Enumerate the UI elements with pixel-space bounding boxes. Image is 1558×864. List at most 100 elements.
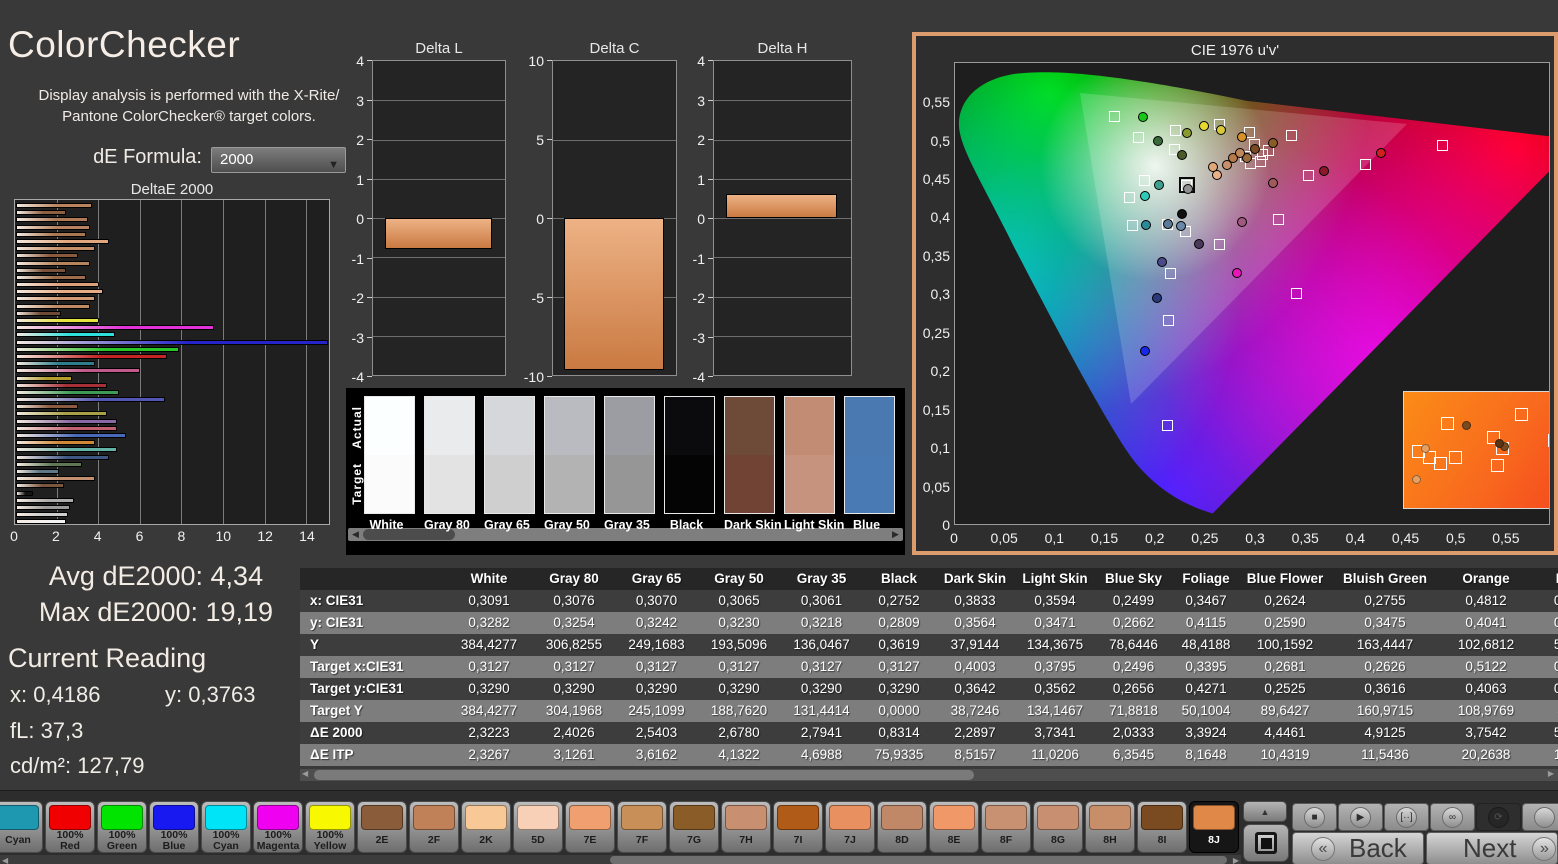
colorchecker-swatch bbox=[724, 396, 775, 514]
cie-measured-point bbox=[1182, 128, 1192, 138]
extra-button[interactable] bbox=[1522, 803, 1558, 831]
patch-tile-7e[interactable]: 7E bbox=[565, 801, 615, 853]
column-header: Dark Skin bbox=[935, 568, 1015, 590]
small-chart-plot bbox=[552, 60, 677, 376]
table-scrollbar[interactable]: ◀ ▶ bbox=[300, 769, 1558, 781]
swatch-label: Blue bbox=[838, 518, 889, 532]
patch-tile-7h[interactable]: 7H bbox=[721, 801, 771, 853]
loop-button[interactable]: ⟳ bbox=[1476, 803, 1521, 831]
table-cell: 8,5157 bbox=[935, 744, 1015, 766]
next-label: Next bbox=[1463, 833, 1516, 864]
rgb-triplet-label: RGB Triplet: 217, 140, 94 bbox=[1343, 523, 1550, 525]
table-cell: 304,1968 bbox=[533, 700, 615, 722]
deltae-bar bbox=[16, 512, 68, 517]
y-tick bbox=[367, 337, 372, 338]
patch-tile-7g[interactable]: 7G bbox=[669, 801, 719, 853]
swatch-label: Gray 65 bbox=[478, 518, 529, 532]
next-button[interactable]: Next » bbox=[1426, 832, 1558, 864]
patch-tile-100-blue[interactable]: 100% Blue bbox=[149, 801, 199, 853]
scroll-right-icon[interactable]: ▶ bbox=[890, 529, 901, 540]
patch-tile-2k[interactable]: 2K bbox=[461, 801, 511, 853]
y-tick-label: -3 bbox=[675, 330, 705, 346]
patch-tile-7f[interactable]: 7F bbox=[617, 801, 667, 853]
patch-tile-2f[interactable]: 2F bbox=[409, 801, 459, 853]
table-cell: 0,2590 bbox=[1240, 612, 1330, 634]
patch-swatch bbox=[673, 805, 715, 830]
patch-tile-8j[interactable]: 8J bbox=[1189, 801, 1239, 853]
scroll-left-icon[interactable]: ◀ bbox=[2, 856, 8, 864]
patch-tile-8h[interactable]: 8H bbox=[1085, 801, 1135, 853]
back-button[interactable]: « Back bbox=[1292, 832, 1424, 864]
patch-tile-100-cyan[interactable]: 100% Cyan bbox=[201, 801, 251, 853]
table-cell: 4,6988 bbox=[780, 744, 863, 766]
patch-tile-cyan[interactable]: Cyan bbox=[0, 801, 43, 853]
scroll-up-button[interactable]: ▲ bbox=[1243, 801, 1287, 822]
column-header: Orange bbox=[1440, 568, 1532, 590]
table-row: Target y:CIE310,32900,32900,32900,32900,… bbox=[300, 678, 1558, 700]
cie-measured-point bbox=[1153, 136, 1163, 146]
continuous-button[interactable]: ∞ bbox=[1430, 803, 1475, 831]
table-cell: 2,2897 bbox=[935, 722, 1015, 744]
scroll-right-icon[interactable]: ▶ bbox=[1233, 856, 1239, 864]
inset-measured-point bbox=[1462, 421, 1471, 430]
table-cell: 3,7542 bbox=[1440, 722, 1532, 744]
table-scrollbar-thumb[interactable] bbox=[314, 770, 974, 780]
table-row: Y384,4277306,8255249,1683193,5096136,046… bbox=[300, 634, 1558, 656]
display-toggle-button[interactable] bbox=[1243, 824, 1289, 862]
patch-tile-7j[interactable]: 7J bbox=[825, 801, 875, 853]
de-formula-row: dE Formula: 2000 ▼ bbox=[0, 146, 350, 174]
patch-tile-8e[interactable]: 8E bbox=[929, 801, 979, 853]
cie-measured-point bbox=[1183, 184, 1193, 194]
deltae-bars bbox=[16, 203, 328, 525]
patch-tile-100-magenta[interactable]: 100% Magenta bbox=[253, 801, 303, 853]
deltae-bar bbox=[16, 325, 214, 330]
continuous-button-icon: ∞ bbox=[1442, 807, 1463, 828]
stop-button[interactable]: ■ bbox=[1292, 803, 1337, 831]
single-measure-button[interactable]: [··] bbox=[1384, 803, 1429, 831]
patch-tile-100-green[interactable]: 100% Green bbox=[97, 801, 147, 853]
y-tick bbox=[708, 100, 713, 101]
table-cell: 0,3282 bbox=[445, 612, 533, 634]
deltae-bar bbox=[16, 210, 66, 215]
table-cell: 4,9125 bbox=[1330, 722, 1440, 744]
patch-tile-8f[interactable]: 8F bbox=[981, 801, 1031, 853]
patch-swatch bbox=[569, 805, 611, 830]
patch-tile-7i[interactable]: 7I bbox=[773, 801, 823, 853]
patch-label: 8I bbox=[1158, 830, 1167, 851]
deltae-chart-plot bbox=[14, 199, 330, 525]
column-header: Black bbox=[863, 568, 935, 590]
patch-swatch bbox=[153, 805, 195, 830]
swatch-actual bbox=[365, 397, 414, 455]
patch-tile-100-red[interactable]: 100% Red bbox=[45, 801, 95, 853]
column-header: Gray 65 bbox=[615, 568, 698, 590]
scroll-left-icon[interactable]: ◀ bbox=[302, 769, 308, 779]
patch-tile-8d[interactable]: 8D bbox=[877, 801, 927, 853]
patch-tile-8g[interactable]: 8G bbox=[1033, 801, 1083, 853]
patch-scrollbar-thumb[interactable] bbox=[610, 856, 1227, 864]
column-header: Blue Sky bbox=[1095, 568, 1172, 590]
table-cell: 0,3290 bbox=[863, 678, 935, 700]
gridline bbox=[714, 297, 851, 298]
deltae-bar bbox=[16, 419, 117, 424]
extra-button-icon bbox=[1534, 807, 1555, 828]
table-cell: 0,3290 bbox=[780, 678, 863, 700]
cie-x-tick-label: 0,5 bbox=[1440, 530, 1472, 546]
scroll-right-icon[interactable]: ▶ bbox=[1548, 769, 1554, 779]
patch-tile-100-yellow[interactable]: 100% Yellow bbox=[305, 801, 355, 853]
deltae-bar bbox=[16, 411, 107, 416]
patch-tile-2e[interactable]: 2E bbox=[357, 801, 407, 853]
description: Display analysis is performed with the X… bbox=[26, 85, 352, 127]
colorchecker-app: ColorChecker Display analysis is perform… bbox=[0, 0, 1558, 864]
table-cell: 0,3290 bbox=[615, 678, 698, 700]
patch-strip-scrollbar[interactable]: ◀ ▶ bbox=[0, 855, 1241, 864]
y-tick bbox=[367, 218, 372, 219]
swatch-label: Black bbox=[658, 518, 709, 532]
patch-tile-5d[interactable]: 5D bbox=[513, 801, 563, 853]
play-button[interactable]: ▶ bbox=[1338, 803, 1383, 831]
patch-label: 8H bbox=[1103, 830, 1116, 851]
y-tick-label: 0 bbox=[334, 211, 364, 227]
small-chart-plot bbox=[372, 60, 506, 376]
table-cell: 0,3290 bbox=[533, 678, 615, 700]
de-formula-select[interactable]: 2000 ▼ bbox=[211, 147, 346, 173]
patch-tile-8i[interactable]: 8I bbox=[1137, 801, 1187, 853]
